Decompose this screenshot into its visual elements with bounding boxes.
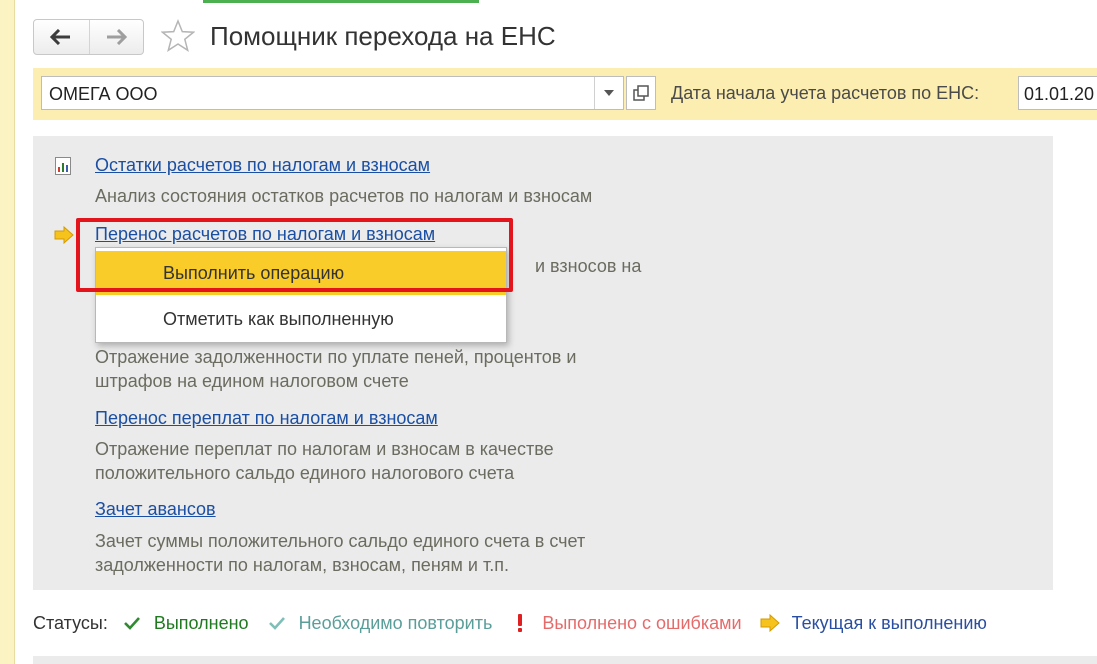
description-line: Отражение переплат по налогам и взносам … [95, 439, 554, 459]
organization-value: ОМЕГА ООО [49, 84, 158, 104]
check-icon [122, 613, 142, 633]
check-light-icon [267, 613, 287, 633]
chevron-down-icon [604, 90, 614, 96]
task-description: Зачет суммы положительного сальдо единог… [95, 529, 585, 577]
menu-item-mark-done[interactable]: Отметить как выполненную [96, 297, 506, 341]
legend-errors: Выполнено с ошибками [542, 612, 742, 633]
task-description: Отражение задолженности по уплате пеней,… [95, 345, 576, 393]
task-link-transfer-overpayments[interactable]: Перенос переплат по налогам и взносам [95, 408, 438, 429]
legend-repeat: Необходимо повторить [298, 612, 493, 633]
legend-label: Статусы: [33, 612, 108, 633]
active-tab-indicator [203, 0, 479, 3]
navigation-buttons [33, 19, 144, 55]
status-legend: Статусы: Выполнено Необходимо повторить … [33, 611, 1005, 635]
task-description-fragment: и взносов на [535, 256, 642, 276]
star-icon [161, 19, 195, 52]
date-value: 01.01.20 [1024, 84, 1095, 104]
back-button[interactable] [34, 20, 89, 54]
highlight-frame [76, 218, 513, 292]
current-arrow-icon [54, 226, 74, 244]
date-label: Дата начала учета расчетов по ЕНС: [671, 83, 980, 103]
arrow-left-icon [50, 29, 71, 45]
description-line: положительного сальдо единого налогового… [95, 463, 515, 483]
exclamation-icon [510, 613, 530, 633]
arrow-right-icon [107, 29, 128, 45]
app-window: Помощник перехода на ЕНС ОМЕГА ООО Дата … [0, 0, 1097, 664]
favorite-button[interactable] [160, 18, 196, 54]
dropdown-button[interactable] [594, 77, 623, 109]
date-field[interactable]: 01.01.20 [1018, 76, 1097, 110]
report-icon [55, 157, 71, 175]
page-title: Помощник перехода на ЕНС [210, 21, 556, 51]
legend-current: Текущая к выполнению [791, 612, 987, 633]
description-line: Отражение задолженности по уплате пеней,… [95, 347, 577, 367]
open-window-icon [633, 85, 649, 101]
left-sidebar-strip [0, 0, 15, 664]
description-line: штрафов на едином налоговом счете [95, 371, 409, 391]
description-line: Зачет суммы положительного сальдо единог… [95, 531, 586, 551]
forward-button[interactable] [88, 20, 144, 54]
task-link-balances[interactable]: Остатки расчетов по налогам и взносам [95, 155, 430, 176]
task-description: Отражение переплат по налогам и взносам … [95, 437, 554, 485]
open-organization-button[interactable] [626, 76, 656, 110]
task-link-advance-offset[interactable]: Зачет авансов [95, 499, 216, 520]
legend-done: Выполнено [153, 612, 249, 633]
bottom-panel-edge [33, 656, 1097, 664]
description-line: задолженности по налогам, взносам, пеням… [95, 555, 509, 575]
organization-select[interactable]: ОМЕГА ООО [41, 76, 624, 110]
arrow-right-icon [760, 613, 780, 633]
task-description: Анализ состояния остатков расчетов по на… [95, 186, 593, 206]
